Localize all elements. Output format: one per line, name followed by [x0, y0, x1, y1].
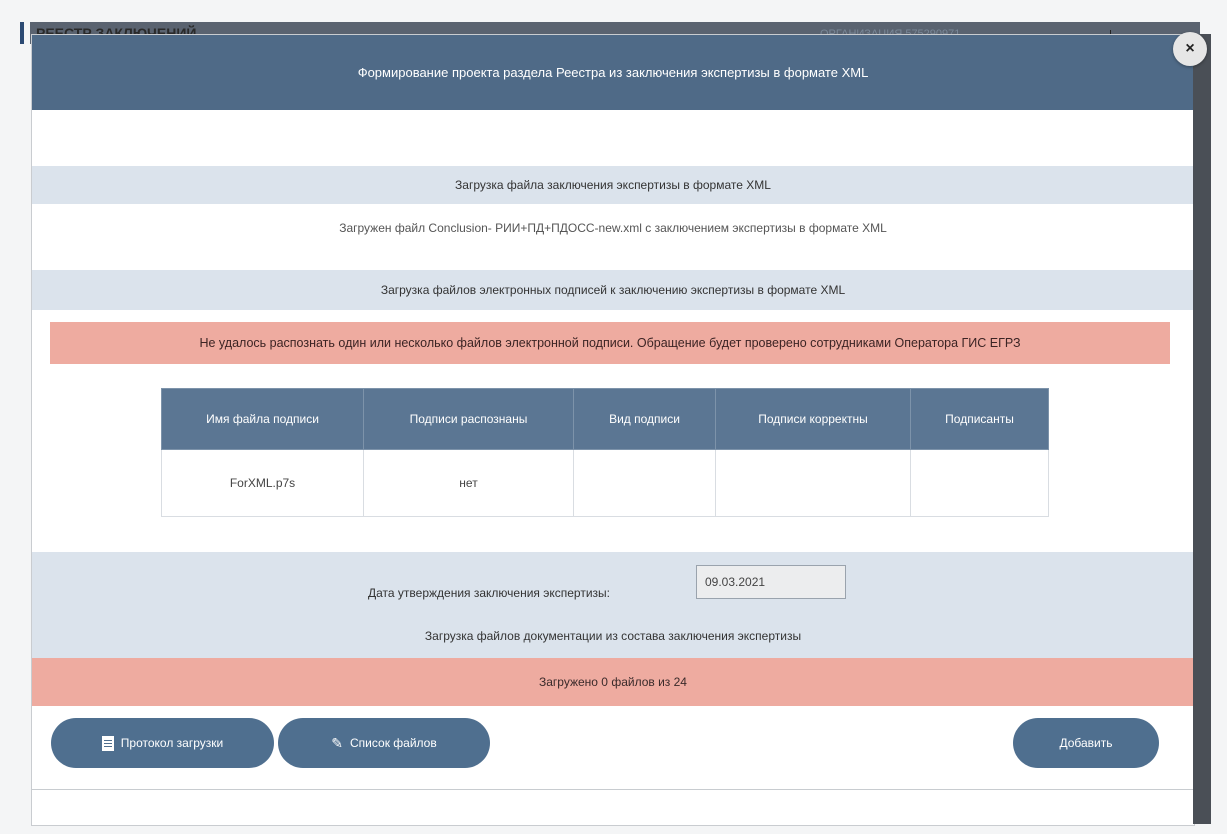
cell-file-name: ForXML.p7s	[161, 449, 364, 517]
signature-error-alert: Не удалось распознать один или несколько…	[50, 322, 1170, 364]
column-header-signature-type: Вид подписи	[573, 388, 716, 450]
xml-section-title: Загрузка файла заключения экспертизы в ф…	[32, 166, 1194, 204]
upload-progress-status: Загружено 0 файлов из 24	[32, 658, 1194, 706]
approval-date-label: Дата утверждения заключения экспертизы:	[368, 586, 610, 600]
modal-title: Формирование проекта раздела Реестра из …	[32, 35, 1194, 110]
column-header-recognized: Подписи распознаны	[363, 388, 574, 450]
upload-protocol-label: Протокол загрузки	[120, 736, 224, 750]
cell-signature-type	[573, 449, 716, 517]
upload-protocol-button[interactable]: Протокол загрузки	[51, 718, 274, 768]
table-header-row: Имя файла подписи Подписи распознаны Вид…	[161, 388, 1049, 450]
cell-signers	[910, 449, 1049, 517]
cell-recognized: нет	[363, 449, 574, 517]
document-icon	[101, 735, 114, 751]
add-label: Добавить	[1059, 736, 1113, 750]
approval-date-input[interactable]	[696, 565, 846, 599]
signatures-section-title: Загрузка файлов электронных подписей к з…	[32, 270, 1194, 310]
file-list-label: Список файлов	[350, 736, 437, 750]
signature-table: Имя файла подписи Подписи распознаны Вид…	[161, 388, 1049, 517]
footer-divider	[32, 789, 1194, 790]
docs-section-title: Загрузка файлов документации из состава …	[424, 629, 802, 643]
column-header-file-name: Имя файла подписи	[161, 388, 364, 450]
pencil-icon: ✎	[331, 735, 344, 751]
xml-loaded-text: Загружен файл Conclusion- РИИ+ПД+ПДОСС-n…	[339, 221, 887, 235]
close-icon[interactable]: ×	[1173, 32, 1207, 66]
cell-valid	[715, 449, 911, 517]
column-header-signers: Подписанты	[910, 388, 1049, 450]
upload-modal: Формирование проекта раздела Реестра из …	[31, 34, 1195, 826]
add-button[interactable]: Добавить	[1013, 718, 1159, 768]
modal-scrollbar[interactable]	[1193, 34, 1211, 824]
file-list-button[interactable]: ✎ Список файлов	[278, 718, 490, 768]
column-header-valid: Подписи корректны	[715, 388, 911, 450]
table-row: ForXML.p7s нет	[161, 449, 1049, 517]
